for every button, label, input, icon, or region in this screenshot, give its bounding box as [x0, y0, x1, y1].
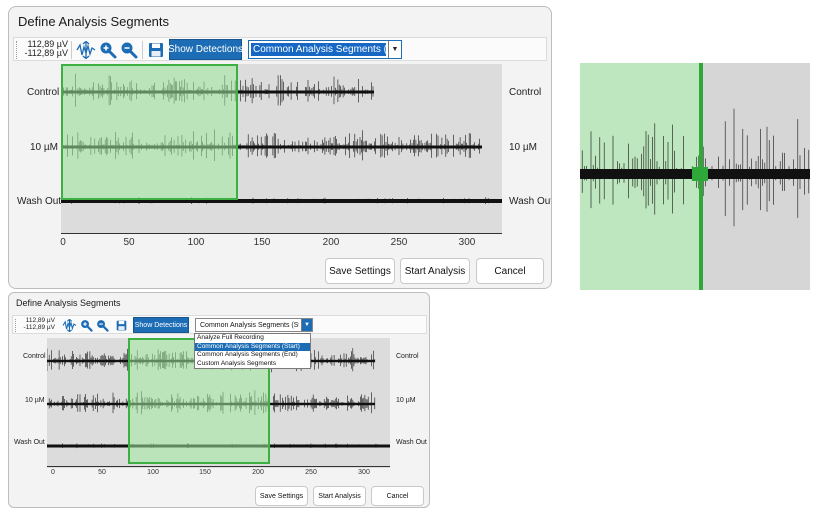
x-tick-label: 50 — [98, 469, 106, 476]
channel-label-right: 10 µM — [509, 142, 537, 153]
analysis-segment-region[interactable] — [61, 64, 238, 200]
scale-readout: 112,89 µV -112,89 µV — [18, 317, 55, 332]
x-tick-label: 200 — [252, 469, 264, 476]
dropdown-option[interactable]: Custom Analysis Segments — [195, 360, 310, 369]
dialog-title: Define Analysis Segments — [18, 14, 170, 29]
channel-label-right: Wash Out — [509, 196, 552, 207]
segment-mode-combo[interactable]: Common Analysis Segments (Sta ▼ — [248, 40, 402, 59]
chevron-down-icon[interactable]: ▼ — [301, 319, 312, 331]
scale-readout: 112,89 µV -112,89 µV — [20, 39, 68, 59]
define-segments-dialog-bottom: Define Analysis Segments 112,89 µV -112,… — [8, 292, 430, 508]
zoom-in-icon[interactable] — [80, 319, 93, 332]
channel-label-right: Control — [396, 353, 419, 360]
save-icon[interactable] — [148, 42, 164, 58]
zoom-out-icon[interactable] — [120, 41, 138, 59]
channel-label-left: Control — [27, 87, 60, 98]
x-axis — [47, 466, 390, 467]
define-segments-dialog-top: Define Analysis Segments 112,89 µV -112,… — [8, 6, 552, 289]
toolbar-grip — [16, 41, 19, 59]
fit-signal-icon[interactable] — [76, 41, 96, 59]
channel-label-right: 10 µM — [396, 397, 416, 404]
recording-plot[interactable] — [61, 64, 502, 234]
cancel-button[interactable]: Cancel — [371, 486, 424, 506]
toolbar-separator — [71, 41, 72, 59]
toolbar: 112,89 µV -112,89 µV Show Detections Com… — [13, 37, 547, 61]
scale-bottom: -112,89 µV — [24, 48, 68, 59]
channel-label-left: 10 µM — [25, 397, 45, 404]
zoom-boundary-handle — [692, 167, 708, 181]
toolbar-separator — [142, 41, 143, 59]
start-analysis-button[interactable]: Start Analysis — [400, 258, 470, 284]
channel-label-left: 10 µM — [30, 142, 58, 153]
segment-boundary-zoom-view — [580, 63, 810, 290]
x-tick-label: 250 — [305, 469, 317, 476]
channel-label-right: Control — [509, 87, 542, 98]
zoom-in-icon[interactable] — [99, 41, 117, 59]
dialog-title: Define Analysis Segments — [16, 298, 121, 308]
save-settings-button[interactable]: Save Settings — [255, 486, 308, 506]
x-tick-label: 300 — [358, 469, 370, 476]
x-axis — [61, 233, 502, 234]
start-analysis-button[interactable]: Start Analysis — [313, 486, 366, 506]
x-tick-label: 150 — [253, 237, 271, 248]
dropdown-option-selected[interactable]: Common Analysis Segments (Start) — [195, 342, 310, 351]
channel-label-left: Wash Out — [17, 196, 62, 207]
show-detections-button[interactable]: Show Detections — [168, 39, 243, 60]
fit-signal-icon[interactable] — [62, 319, 77, 332]
dropdown-option[interactable]: Analyze Full Recording — [195, 334, 310, 343]
scale-bottom: -112,89 µV — [23, 323, 55, 331]
x-tick-label: 100 — [187, 237, 205, 248]
channel-label-left: Wash Out — [14, 439, 45, 446]
segment-mode-combo[interactable]: Common Analysis Segments (Sta ▼ — [195, 318, 313, 332]
x-tick-label: 250 — [390, 237, 408, 248]
channel-label-left: Control — [23, 353, 46, 360]
x-tick-label: 50 — [123, 237, 135, 248]
x-tick-label: 300 — [458, 237, 476, 248]
segment-mode-value: Common Analysis Segments (Sta — [251, 43, 386, 56]
zoom-out-icon[interactable] — [96, 319, 109, 332]
chevron-down-icon[interactable]: ▼ — [388, 41, 401, 58]
segment-mode-dropdown-list: Analyze Full Recording Common Analysis S… — [194, 333, 311, 369]
x-tick-label: 150 — [199, 469, 211, 476]
channel-label-right: Wash Out — [396, 439, 427, 446]
segment-mode-value: Common Analysis Segments (Sta — [198, 321, 299, 329]
dropdown-option[interactable]: Common Analysis Segments (End) — [195, 351, 310, 360]
cancel-button[interactable]: Cancel — [476, 258, 544, 284]
show-detections-button[interactable]: Show Detections — [133, 317, 189, 333]
x-tick-label: 100 — [147, 469, 159, 476]
save-icon[interactable] — [116, 320, 127, 331]
toolbar: 112,89 µV -112,89 µV Show Detections Com… — [12, 315, 427, 334]
x-tick-label: 0 — [51, 469, 55, 476]
save-settings-button[interactable]: Save Settings — [325, 258, 395, 284]
x-tick-label: 200 — [322, 237, 340, 248]
x-tick-label: 0 — [60, 237, 66, 248]
